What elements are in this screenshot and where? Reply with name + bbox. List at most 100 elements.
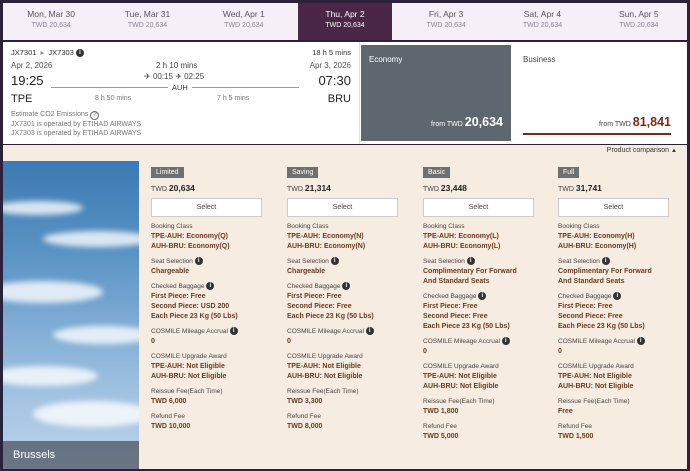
reissue-value: Free <box>558 408 573 415</box>
upgrade-award: COSMILE Upgrade Award TPE-AUH: Not Eligib… <box>423 362 547 392</box>
leg2-duration: 7 h 5 mins <box>217 95 250 102</box>
cloud-shape <box>3 201 83 215</box>
select-button[interactable]: Select <box>151 198 262 217</box>
info-icon[interactable]: i <box>229 327 238 336</box>
seat-value: Complimentary For Forward <box>423 268 517 275</box>
date-tab-mar30[interactable]: Mon, Mar 30 TWD 20,634 <box>3 3 99 40</box>
fare-tag: Full <box>558 167 580 178</box>
help-icon[interactable]: ? <box>90 111 100 120</box>
fare-column-limited: Limited TWD 20,634 Select Booking Class T… <box>151 161 275 432</box>
seat-selection: Seat Selection i Complimentary For Forwar… <box>558 257 682 287</box>
baggage-first: First Piece: Free <box>151 293 206 300</box>
date-price: TWD 20,634 <box>426 22 466 29</box>
refund-value: TWD 10,000 <box>151 423 191 430</box>
info-icon[interactable]: i <box>601 257 610 266</box>
select-button[interactable]: Select <box>287 198 398 217</box>
date-tab-apr5[interactable]: Sun, Apr 5 TWD 20,634 <box>591 3 687 40</box>
date-tab-apr2-selected[interactable]: Thu, Apr 2 TWD 20,634 <box>297 3 392 40</box>
upgrade-award: COSMILE Upgrade Award TPE-AUH: Not Eligib… <box>151 352 275 382</box>
mileage-value: 0 <box>151 338 155 345</box>
date-tab-mar31[interactable]: Tue, Mar 31 TWD 20,634 <box>99 3 195 40</box>
departure-airport: TPE <box>11 93 33 105</box>
booking-class-leg1: TPE-AUH: Economy(H) <box>558 233 635 240</box>
reissue-label: Reissue Fee(Each Time) <box>423 398 495 405</box>
arrival-airport: BRU <box>327 93 351 105</box>
total-duration: 18 h 5 mins <box>312 48 351 57</box>
operated-by-1: JX7301 is operated by ETIHAD AIRWAYS <box>11 121 142 128</box>
booking-class: Booking Class TPE-AUH: Economy(H) AUH-BRU:… <box>558 222 682 252</box>
info-icon[interactable]: i <box>365 327 374 336</box>
upgrade-leg2: AUH-BRU: Not Eligible <box>558 383 634 390</box>
refund-label: Refund Fee <box>423 423 457 430</box>
layover-airport: AUH <box>168 83 192 92</box>
booking-class-leg2: AUH-BRU: Economy(L) <box>423 243 501 250</box>
select-button[interactable]: Select <box>558 198 669 217</box>
baggage-label: Checked Baggage i <box>423 292 547 302</box>
upgrade-label: COSMILE Upgrade Award <box>287 353 363 360</box>
refund-fee: Refund Fee TWD 10,000 <box>151 412 275 432</box>
upgrade-label: COSMILE Upgrade Award <box>558 363 634 370</box>
checked-baggage: Checked Baggage i First Piece: Free Second… <box>423 292 547 332</box>
reissue-value: TWD 6,000 <box>151 398 187 405</box>
info-icon[interactable]: i <box>330 257 339 266</box>
date-tab-apr3[interactable]: Fri, Apr 3 TWD 20,634 <box>398 3 494 40</box>
refund-label: Refund Fee <box>558 423 592 430</box>
info-icon[interactable]: i <box>501 337 510 346</box>
price-amount: 31,741 <box>575 183 602 193</box>
fare-price: TWD 31,741 <box>558 183 682 193</box>
fare-tag: Basic <box>423 167 451 178</box>
mileage-label: COSMILE Mileage Accrual i <box>558 337 682 347</box>
fare-tag: Limited <box>151 167 184 178</box>
date-price: TWD 20,634 <box>127 22 168 29</box>
reissue-fee: Reissue Fee(Each Time) TWD 3,300 <box>287 387 411 407</box>
info-icon[interactable]: i <box>75 49 84 58</box>
booking-class-leg2: AUH-BRU: Economy(N) <box>287 243 366 250</box>
date-price: TWD 20,634 <box>31 22 71 29</box>
currency: TWD <box>151 186 167 193</box>
info-icon[interactable]: i <box>342 282 351 291</box>
date-label: Mon, Mar 30 <box>27 9 76 19</box>
cabin-business[interactable]: Business from TWD 81,841 <box>515 45 675 141</box>
product-comparison-link[interactable]: Product comparison ▲ <box>607 147 677 154</box>
layover-duration: 2 h 10 mins <box>156 61 198 70</box>
cloud-shape <box>3 366 98 386</box>
seat-selection: Seat Selection i Chargeable <box>287 257 411 277</box>
info-icon[interactable]: i <box>636 337 645 346</box>
cloud-shape <box>43 231 139 247</box>
select-button[interactable]: Select <box>423 198 534 217</box>
cloud-shape <box>53 326 139 344</box>
seat-label-text: Seat Selection <box>423 258 465 265</box>
booking-class-label: Booking Class <box>423 223 465 230</box>
baggage-first: First Piece: Free <box>558 303 613 310</box>
fare-price: TWD 20,634 <box>151 183 275 193</box>
mileage-label-text: COSMILE Mileage Accrual <box>423 338 500 345</box>
fare-price: TWD 23,448 <box>423 183 547 193</box>
info-icon[interactable]: i <box>613 292 622 301</box>
fare-column-basic: Basic TWD 23,448 Select Booking Class TPE… <box>423 161 547 442</box>
date-tab-apr1[interactable]: Wed, Apr 1 TWD 20,634 <box>196 3 292 40</box>
info-icon[interactable]: i <box>206 282 215 291</box>
plane-landing-icon: ✈ <box>144 72 151 81</box>
booking-class-leg1: TPE-AUH: Economy(Q) <box>151 233 228 240</box>
date-tab-apr4[interactable]: Sat, Apr 4 TWD 20,634 <box>494 3 590 40</box>
info-icon[interactable]: i <box>478 292 487 301</box>
cloud-shape <box>33 401 139 427</box>
mileage-label: COSMILE Mileage Accrual i <box>151 327 275 337</box>
seat-value-2: And Standard Seats <box>558 278 625 285</box>
mileage-value: 0 <box>423 348 427 355</box>
fare-tag: Saving <box>287 167 319 178</box>
cabin-economy-price: from TWD 20,634 <box>431 115 503 129</box>
baggage-first: First Piece: Free <box>287 293 342 300</box>
cabin-economy[interactable]: Economy from TWD 20,634 <box>361 45 511 141</box>
baggage-label: Checked Baggage i <box>287 282 411 292</box>
upgrade-leg2: AUH-BRU: Not Eligible <box>151 373 227 380</box>
info-icon[interactable]: i <box>466 257 475 266</box>
info-icon[interactable]: i <box>194 257 203 266</box>
price-amount: 23,448 <box>440 183 467 193</box>
reissue-fee: Reissue Fee(Each Time) Free <box>558 397 682 417</box>
price-amount: 20,634 <box>464 115 503 129</box>
baggage-weight: Each Piece 23 Kg (50 Lbs) <box>558 323 645 330</box>
mileage-value: 0 <box>287 338 291 345</box>
fare-price: TWD 21,314 <box>287 183 411 193</box>
refund-fee: Refund Fee TWD 5,000 <box>423 422 547 442</box>
